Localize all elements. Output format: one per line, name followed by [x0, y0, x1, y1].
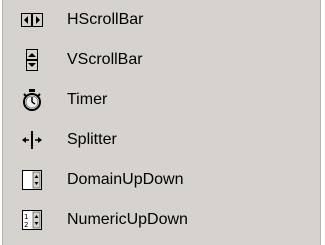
toolbox-item-label: Splitter	[67, 131, 117, 148]
toolbox-item-label: DomainUpDown	[67, 171, 184, 188]
toolbox-item-label: NumericUpDown	[67, 211, 188, 228]
toolbox-item-timer[interactable]: Timer	[3, 80, 320, 120]
toolbox-item-vscrollbar[interactable]: VScrollBar	[3, 40, 320, 80]
toolbox-item-label: VScrollBar	[67, 51, 143, 68]
toolbox-item-hscrollbar[interactable]: HScrollBar	[3, 0, 320, 40]
splitter-icon	[21, 129, 43, 151]
toolbox-item-splitter[interactable]: Splitter	[3, 120, 320, 160]
timer-icon	[21, 89, 43, 111]
domainupdown-icon	[21, 169, 43, 191]
svg-text:2: 2	[24, 221, 28, 229]
toolbox-item-domainupdown[interactable]: DomainUpDown	[3, 160, 320, 200]
vscrollbar-icon	[21, 49, 43, 71]
toolbox-item-label: Timer	[67, 91, 108, 108]
toolbox-panel: HScrollBar VScrollBar Timer Splitter Dom…	[2, 0, 321, 245]
toolbox-item-numericupdown[interactable]: 1 2 NumericUpDown	[3, 200, 320, 240]
numericupdown-icon: 1 2	[21, 209, 43, 231]
hscrollbar-icon	[21, 9, 43, 31]
toolbox-item-label: HScrollBar	[67, 11, 144, 28]
svg-text:1: 1	[24, 213, 28, 221]
